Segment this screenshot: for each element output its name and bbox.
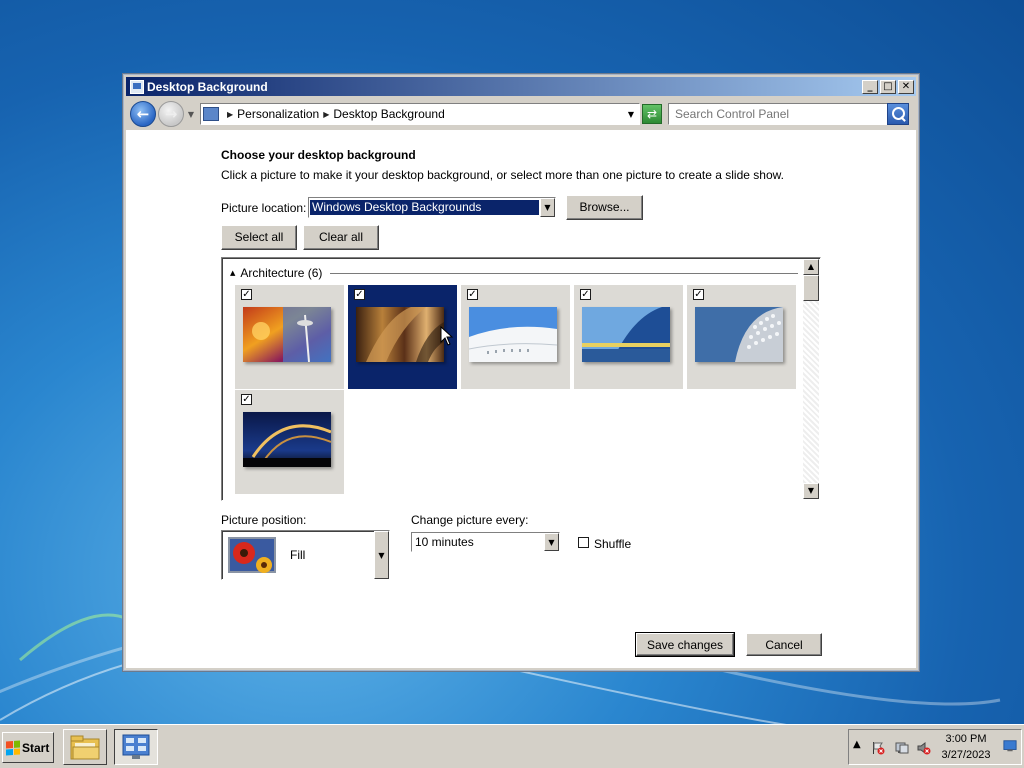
shuffle-checkbox[interactable] (578, 537, 589, 548)
thumbnail-white-building (469, 307, 557, 362)
change-picture-interval-value: 10 minutes (415, 535, 474, 549)
browse-button[interactable]: Browse... (566, 195, 643, 220)
mouse-cursor-icon (440, 326, 454, 346)
network-icon[interactable] (895, 741, 909, 755)
flower-preview-icon (228, 537, 276, 573)
search-input[interactable] (668, 103, 888, 125)
address-history-dropdown[interactable]: ▼ (628, 110, 634, 119)
windows-logo-icon (6, 740, 20, 755)
show-hidden-icons-button[interactable]: ▲ (853, 739, 861, 750)
volume-muted-icon[interactable] (917, 741, 931, 755)
chevron-down-icon[interactable]: ▼ (540, 198, 555, 217)
back-button[interactable]: ← (130, 101, 156, 127)
refresh-button[interactable]: ⇄ (642, 104, 662, 124)
picture-position-select[interactable]: Fill ▼ (221, 530, 390, 580)
forward-button[interactable]: → (158, 101, 184, 127)
forward-arrow-icon: → (164, 105, 178, 123)
picture-checkbox[interactable]: ✓ (467, 289, 478, 300)
shuffle-label[interactable]: Shuffle (594, 537, 631, 551)
page-description: Click a picture to make it your desktop … (221, 168, 784, 182)
group-header[interactable]: ▲ Architecture (6) (230, 266, 798, 280)
scroll-up-button[interactable]: ▲ (803, 259, 819, 275)
picture-tile[interactable]: ✓ (235, 285, 344, 389)
folder-icon (70, 735, 100, 760)
address-box[interactable]: ▶ Personalization ▶ Desktop Background ▼ (200, 103, 640, 125)
breadcrumb-separator-icon[interactable]: ▶ (227, 110, 233, 119)
thumbnail-blue-structure (582, 307, 670, 362)
breadcrumb-personalization[interactable]: Personalization (237, 107, 319, 121)
recent-pages-dropdown[interactable]: ▼ (186, 110, 196, 119)
thumbnail-night-bridge (243, 412, 331, 467)
control-panel-icon (203, 107, 219, 121)
thumbnail-metal-sculpture (356, 307, 444, 362)
picture-checkbox[interactable]: ✓ (241, 394, 252, 405)
group-divider (330, 272, 798, 274)
clock-date[interactable]: 3/27/2023 (939, 749, 993, 761)
start-button[interactable]: Start (2, 732, 54, 763)
picture-checkbox[interactable]: ✓ (693, 289, 704, 300)
change-picture-interval-select[interactable]: 10 minutes ▼ (411, 532, 560, 552)
taskbar-control-panel-button[interactable] (114, 729, 158, 765)
picture-location-value: Windows Desktop Backgrounds (310, 200, 539, 215)
thumbnail-space-needle (243, 307, 331, 362)
picture-location-select[interactable]: Windows Desktop Backgrounds ▼ (308, 197, 556, 218)
breadcrumb-desktop-background[interactable]: Desktop Background (333, 107, 444, 121)
scroll-down-button[interactable]: ▼ (803, 483, 819, 499)
chevron-down-icon[interactable]: ▼ (544, 533, 559, 551)
select-all-button[interactable]: Select all (221, 225, 297, 250)
show-desktop-icon[interactable] (1003, 739, 1017, 753)
desktop-background-window: Desktop Background _ □ ✕ ← → ▼ ▶ Persona… (122, 73, 920, 672)
control-panel-icon (122, 734, 150, 759)
clear-all-button[interactable]: Clear all (303, 225, 379, 250)
control-panel-icon (130, 79, 144, 94)
page-title: Choose your desktop background (221, 148, 416, 162)
window-title: Desktop Background (147, 79, 268, 94)
address-bar: ← → ▼ ▶ Personalization ▶ Desktop Backgr… (126, 98, 916, 130)
picture-tile[interactable]: ✓ (574, 285, 683, 389)
collapse-triangle-icon[interactable]: ▲ (230, 269, 235, 277)
picture-checkbox[interactable]: ✓ (241, 289, 252, 300)
picture-tile[interactable]: ✓ (235, 390, 344, 494)
picture-location-label: Picture location: (221, 201, 307, 215)
picture-tile[interactable]: ✓ (687, 285, 796, 389)
thumbnail-disc-facade (695, 307, 783, 362)
content-pane: Choose your desktop background Click a p… (126, 130, 916, 668)
title-bar[interactable]: Desktop Background _ □ ✕ (126, 77, 916, 96)
picture-list-scrollbar[interactable]: ▲ ▼ (803, 259, 819, 499)
clock-time[interactable]: 3:00 PM (939, 733, 993, 745)
taskbar: Start ▲ 3:00 PM 3/27/2023 (0, 724, 1024, 768)
minimize-button[interactable]: _ (862, 79, 878, 94)
taskbar-explorer-button[interactable] (63, 729, 107, 765)
group-label: Architecture (6) (240, 266, 323, 280)
maximize-button[interactable]: □ (880, 79, 896, 94)
chevron-down-icon[interactable]: ▼ (374, 531, 389, 579)
picture-list[interactable]: ▲ Architecture (6) ✓ ✓ ✓ ✓ ✓ ✓ ▲ ▼ (221, 257, 821, 501)
picture-checkbox[interactable]: ✓ (580, 289, 591, 300)
breadcrumb-separator-icon[interactable]: ▶ (323, 110, 329, 119)
picture-tile[interactable]: ✓ (461, 285, 570, 389)
refresh-icon: ⇄ (646, 107, 658, 121)
start-label: Start (22, 740, 50, 755)
cancel-button[interactable]: Cancel (746, 633, 822, 656)
scroll-thumb[interactable] (803, 275, 819, 301)
picture-position-label: Picture position: (221, 513, 307, 527)
back-arrow-icon: ← (136, 105, 150, 123)
picture-checkbox[interactable]: ✓ (354, 289, 365, 300)
close-button[interactable]: ✕ (898, 79, 914, 94)
notification-area: ▲ 3:00 PM 3/27/2023 (848, 729, 1022, 765)
change-picture-label: Change picture every: (411, 513, 529, 527)
save-changes-button[interactable]: Save changes (635, 632, 735, 657)
action-center-flag-icon[interactable] (871, 741, 885, 755)
picture-position-value: Fill (290, 548, 306, 562)
search-button[interactable] (887, 103, 909, 125)
